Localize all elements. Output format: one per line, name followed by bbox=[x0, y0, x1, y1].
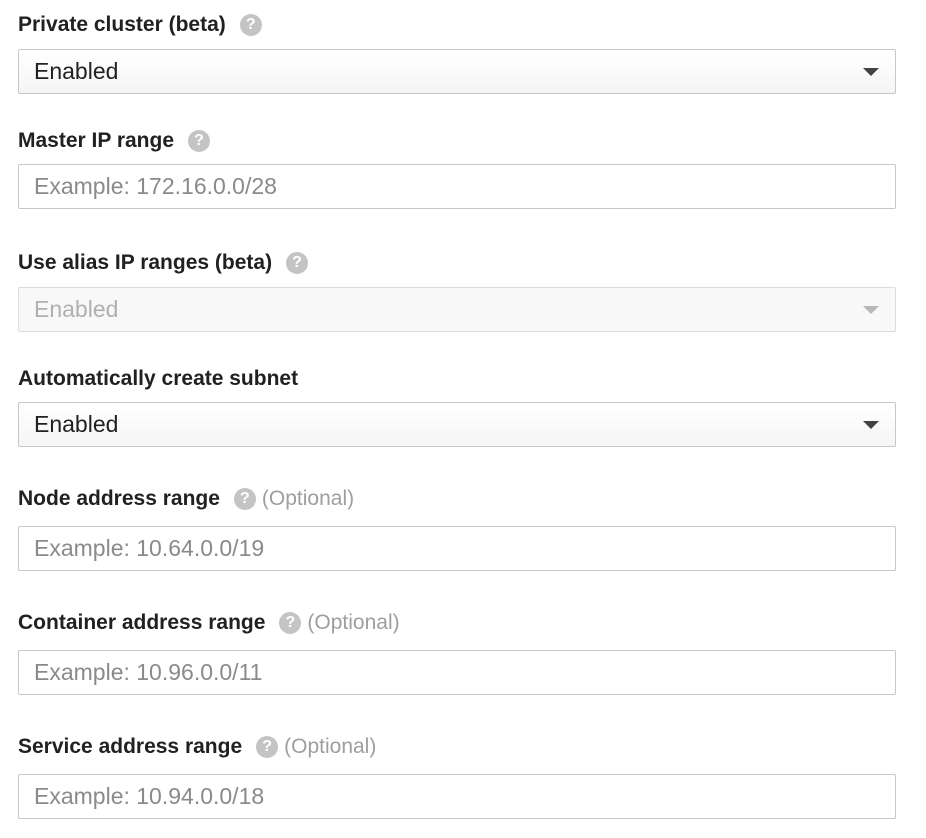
node-address-range-input[interactable] bbox=[34, 535, 874, 562]
help-circle-icon[interactable]: ? bbox=[233, 488, 256, 510]
private-cluster-field: Private cluster (beta) ? Enabled bbox=[18, 10, 898, 94]
help-circle-icon[interactable]: ? bbox=[256, 736, 279, 758]
private-cluster-select[interactable]: Enabled bbox=[18, 49, 896, 94]
create-subnet-field: Automatically create subnet Enabled bbox=[18, 364, 898, 447]
optional-tag: (Optional) bbox=[284, 735, 377, 758]
alias-ip-ranges-label: Use alias IP ranges (beta) bbox=[18, 251, 273, 274]
create-subnet-label-row: Automatically create subnet bbox=[18, 364, 898, 394]
optional-tag: (Optional) bbox=[307, 611, 400, 634]
help-circle-icon[interactable]: ? bbox=[188, 130, 211, 152]
service-address-range-label-row: Service address range ? (Optional) bbox=[18, 732, 898, 762]
private-cluster-value: Enabled bbox=[34, 58, 119, 84]
help-circle-icon[interactable]: ? bbox=[286, 252, 309, 274]
container-address-range-input[interactable] bbox=[34, 659, 874, 686]
help-circle-icon[interactable]: ? bbox=[239, 14, 262, 36]
dropdown-arrow-icon bbox=[863, 421, 879, 429]
service-address-range-input-box bbox=[18, 774, 896, 819]
node-address-range-input-box bbox=[18, 526, 896, 571]
node-address-range-label-row: Node address range ? (Optional) bbox=[18, 484, 898, 514]
private-cluster-label: Private cluster (beta) bbox=[18, 13, 226, 36]
create-subnet-value: Enabled bbox=[34, 411, 119, 437]
optional-tag: (Optional) bbox=[261, 487, 355, 510]
create-subnet-select[interactable]: Enabled bbox=[18, 402, 896, 447]
container-address-range-input-box bbox=[18, 650, 896, 695]
service-address-range-input[interactable] bbox=[34, 783, 874, 810]
master-ip-range-input[interactable] bbox=[34, 173, 874, 200]
node-address-range-field: Node address range ? (Optional) bbox=[18, 484, 898, 571]
master-ip-range-label-row: Master IP range ? bbox=[18, 126, 898, 156]
container-address-range-label-row: Container address range ? (Optional) bbox=[18, 608, 898, 638]
container-address-range-label: Container address range bbox=[18, 611, 266, 634]
dropdown-arrow-icon bbox=[863, 68, 879, 76]
alias-ip-ranges-label-row: Use alias IP ranges (beta) ? bbox=[18, 248, 898, 278]
master-ip-range-field: Master IP range ? bbox=[18, 126, 898, 209]
alias-ip-ranges-value: Enabled bbox=[34, 296, 119, 322]
help-circle-icon[interactable]: ? bbox=[279, 612, 302, 634]
service-address-range-label: Service address range bbox=[18, 735, 243, 758]
alias-ip-ranges-select: Enabled bbox=[18, 287, 896, 332]
container-address-range-field: Container address range ? (Optional) bbox=[18, 608, 898, 695]
alias-ip-ranges-field: Use alias IP ranges (beta) ? Enabled bbox=[18, 248, 898, 332]
master-ip-range-label: Master IP range bbox=[18, 129, 175, 152]
master-ip-range-input-box bbox=[18, 164, 896, 209]
private-cluster-label-row: Private cluster (beta) ? bbox=[18, 10, 898, 40]
dropdown-arrow-icon bbox=[863, 306, 879, 314]
node-address-range-label: Node address range bbox=[18, 487, 220, 510]
service-address-range-field: Service address range ? (Optional) bbox=[18, 732, 898, 819]
create-subnet-label: Automatically create subnet bbox=[18, 367, 299, 390]
